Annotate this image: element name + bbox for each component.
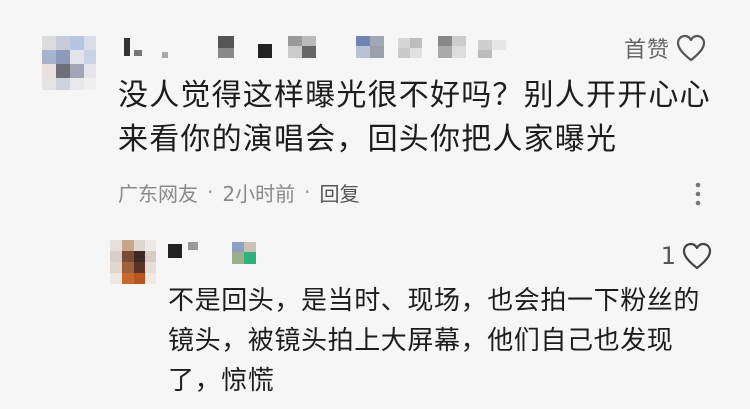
heart-icon — [676, 34, 706, 62]
separator: · — [207, 180, 214, 204]
like-button[interactable]: 首赞 — [624, 30, 706, 66]
like-button[interactable]: 1 — [661, 238, 712, 274]
heart-icon — [682, 242, 712, 270]
comment-text: 没人觉得这样曝光很不好吗？别人开开心心来看你的演唱会，回头你把人家曝光 — [118, 78, 711, 157]
like-label: 首赞 — [623, 38, 670, 63]
location-label: 广东网友 — [118, 181, 198, 206]
like-count: 1 — [660, 242, 676, 270]
more-options-icon[interactable] — [688, 180, 708, 208]
timestamp: 2小时前 — [222, 181, 296, 206]
avatar[interactable] — [110, 240, 156, 284]
username-redacted[interactable] — [122, 34, 522, 64]
comment-meta: 广东网友 · 2小时前 · 回复 — [118, 176, 359, 208]
username-redacted[interactable] — [164, 238, 284, 272]
avatar[interactable] — [42, 36, 96, 90]
reply-text: 不是回头，是当时、现场，也会拍一下粉丝的镜头，被镜头拍上大屏幕，他们自己也发现了… — [168, 286, 701, 396]
separator: · — [304, 180, 311, 204]
comment-thread: 首赞 没人觉得这样曝光很不好吗？别人开开心心来看你的演唱会，回头你把人家曝光 广… — [0, 0, 750, 409]
reply-button[interactable]: 回复 — [319, 178, 359, 207]
